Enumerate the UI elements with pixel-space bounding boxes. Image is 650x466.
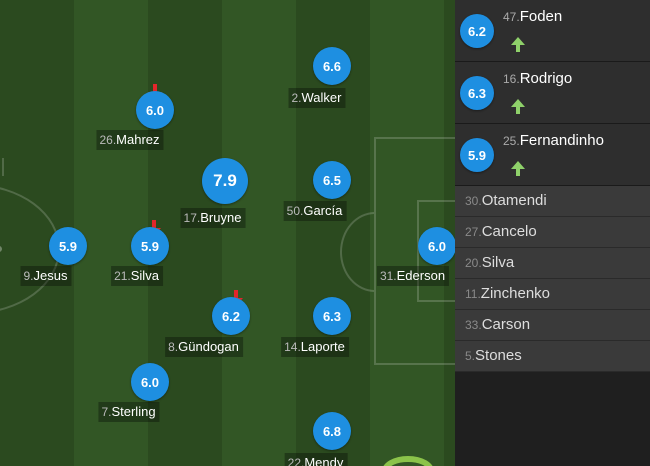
player-rating: 6.0 bbox=[418, 227, 455, 265]
player-name-text: Carson bbox=[481, 316, 531, 333]
player-name-text: Bruyne bbox=[200, 210, 242, 225]
player-number: 20. bbox=[465, 256, 482, 270]
player-name-text: Jesus bbox=[33, 268, 68, 283]
player-name: 22.Mendy bbox=[284, 453, 348, 466]
player-name-text: Laporte bbox=[300, 339, 345, 354]
player-rating: 6.5 bbox=[313, 161, 351, 199]
player-name-text: Sterling bbox=[111, 404, 156, 419]
player-number: 21. bbox=[114, 269, 131, 283]
player-number: 27. bbox=[465, 225, 482, 239]
player-name: 14.Laporte bbox=[281, 337, 349, 357]
player-name-text: Foden bbox=[519, 8, 563, 25]
sub-in-arrow-icon bbox=[511, 161, 525, 177]
player-rating: 6.6 bbox=[313, 47, 351, 85]
bench-row[interactable]: 20.Silva bbox=[455, 248, 650, 279]
player-number: 50. bbox=[286, 204, 304, 218]
player-number: 14. bbox=[284, 340, 301, 354]
player-name-text: García bbox=[303, 203, 343, 218]
player-name: 7.Sterling bbox=[98, 402, 160, 422]
player-number: 11. bbox=[465, 287, 481, 301]
player-number: 16. bbox=[503, 72, 520, 86]
substitutes-panel: 6.2 47.Foden 6.3 16.Rodrigo 5.9 25.Ferna… bbox=[455, 0, 650, 466]
player-name-text: Mendy bbox=[304, 455, 344, 466]
player-number: 2. bbox=[291, 91, 302, 105]
player-name-text: Silva bbox=[481, 254, 515, 271]
player-name: 17.Bruyne bbox=[180, 208, 246, 228]
sub-in-row[interactable]: 6.3 16.Rodrigo bbox=[455, 62, 650, 124]
sub-in-row[interactable]: 6.2 47.Foden bbox=[455, 0, 650, 62]
player-number: 30. bbox=[465, 194, 482, 208]
bench-row[interactable]: 5.Stones bbox=[455, 341, 650, 372]
bench-row[interactable]: 11.Zinchenko bbox=[455, 279, 650, 310]
player-rating: 6.2 bbox=[460, 14, 494, 48]
player-number: 7. bbox=[101, 405, 112, 419]
player-rating: 5.9 bbox=[131, 227, 169, 265]
player-rating: 6.8 bbox=[313, 412, 351, 450]
sub-name: 25.Fernandinho bbox=[503, 132, 604, 149]
player-rating: 5.9 bbox=[49, 227, 87, 265]
pitch: 6.0 26.Mahrez 6.6 2.Walker 7.9 17.Bruyne… bbox=[0, 0, 455, 466]
bench-row[interactable]: 27.Cancelo bbox=[455, 217, 650, 248]
player-name-text: Walker bbox=[301, 90, 342, 105]
player-rating: 6.3 bbox=[313, 297, 351, 335]
bench-row[interactable]: 30.Otamendi bbox=[455, 186, 650, 217]
player-name: 31.Ederson bbox=[376, 266, 450, 286]
sub-in-arrow-icon bbox=[511, 37, 525, 53]
player-name-text: Rodrigo bbox=[519, 70, 573, 87]
player-number: 8. bbox=[168, 340, 179, 354]
player-number: 22. bbox=[287, 456, 305, 466]
player-number: 25. bbox=[503, 134, 520, 148]
sub-in-arrow-icon bbox=[511, 99, 525, 115]
player-name: 2.Walker bbox=[288, 88, 346, 108]
player-name-text: Gündogan bbox=[178, 339, 239, 354]
sub-in-row[interactable]: 5.9 25.Fernandinho bbox=[455, 124, 650, 186]
player-name-text: Cancelo bbox=[481, 223, 537, 240]
player-number: 47. bbox=[503, 10, 520, 24]
player-rating: 5.9 bbox=[460, 138, 494, 172]
player-rating: 6.0 bbox=[131, 363, 169, 401]
bench-row[interactable]: 33.Carson bbox=[455, 310, 650, 341]
sub-name: 47.Foden bbox=[503, 8, 562, 25]
player-rating: 6.0 bbox=[136, 91, 174, 129]
player-name-text: Mahrez bbox=[116, 132, 160, 147]
player-name-text: Ederson bbox=[396, 268, 446, 283]
player-name: 21.Silva bbox=[111, 266, 163, 286]
player-name-text: Otamendi bbox=[481, 192, 547, 209]
player-name-text: Stones bbox=[475, 347, 522, 364]
player-number: 17. bbox=[183, 211, 201, 225]
player-name: 50.García bbox=[283, 201, 347, 221]
player-number: 33. bbox=[465, 318, 482, 332]
player-rating: 6.3 bbox=[460, 76, 494, 110]
crest-logo bbox=[382, 456, 434, 466]
player-name: 26.Mahrez bbox=[96, 130, 164, 150]
player-number: 31. bbox=[379, 269, 397, 283]
player-rating: 6.2 bbox=[212, 297, 250, 335]
player-number: 9. bbox=[23, 269, 34, 283]
sub-name: 16.Rodrigo bbox=[503, 70, 572, 87]
player-name: 8.Gündogan bbox=[165, 337, 243, 357]
player-name-text: Zinchenko bbox=[480, 285, 551, 302]
player-number: 5. bbox=[465, 349, 476, 363]
player-number: 26. bbox=[99, 133, 117, 147]
left-edge-marker bbox=[0, 158, 4, 176]
player-name-text: Silva bbox=[130, 268, 159, 283]
player-name-text: Fernandinho bbox=[519, 132, 604, 149]
player-name: 9.Jesus bbox=[20, 266, 72, 286]
player-rating: 7.9 bbox=[202, 158, 248, 204]
